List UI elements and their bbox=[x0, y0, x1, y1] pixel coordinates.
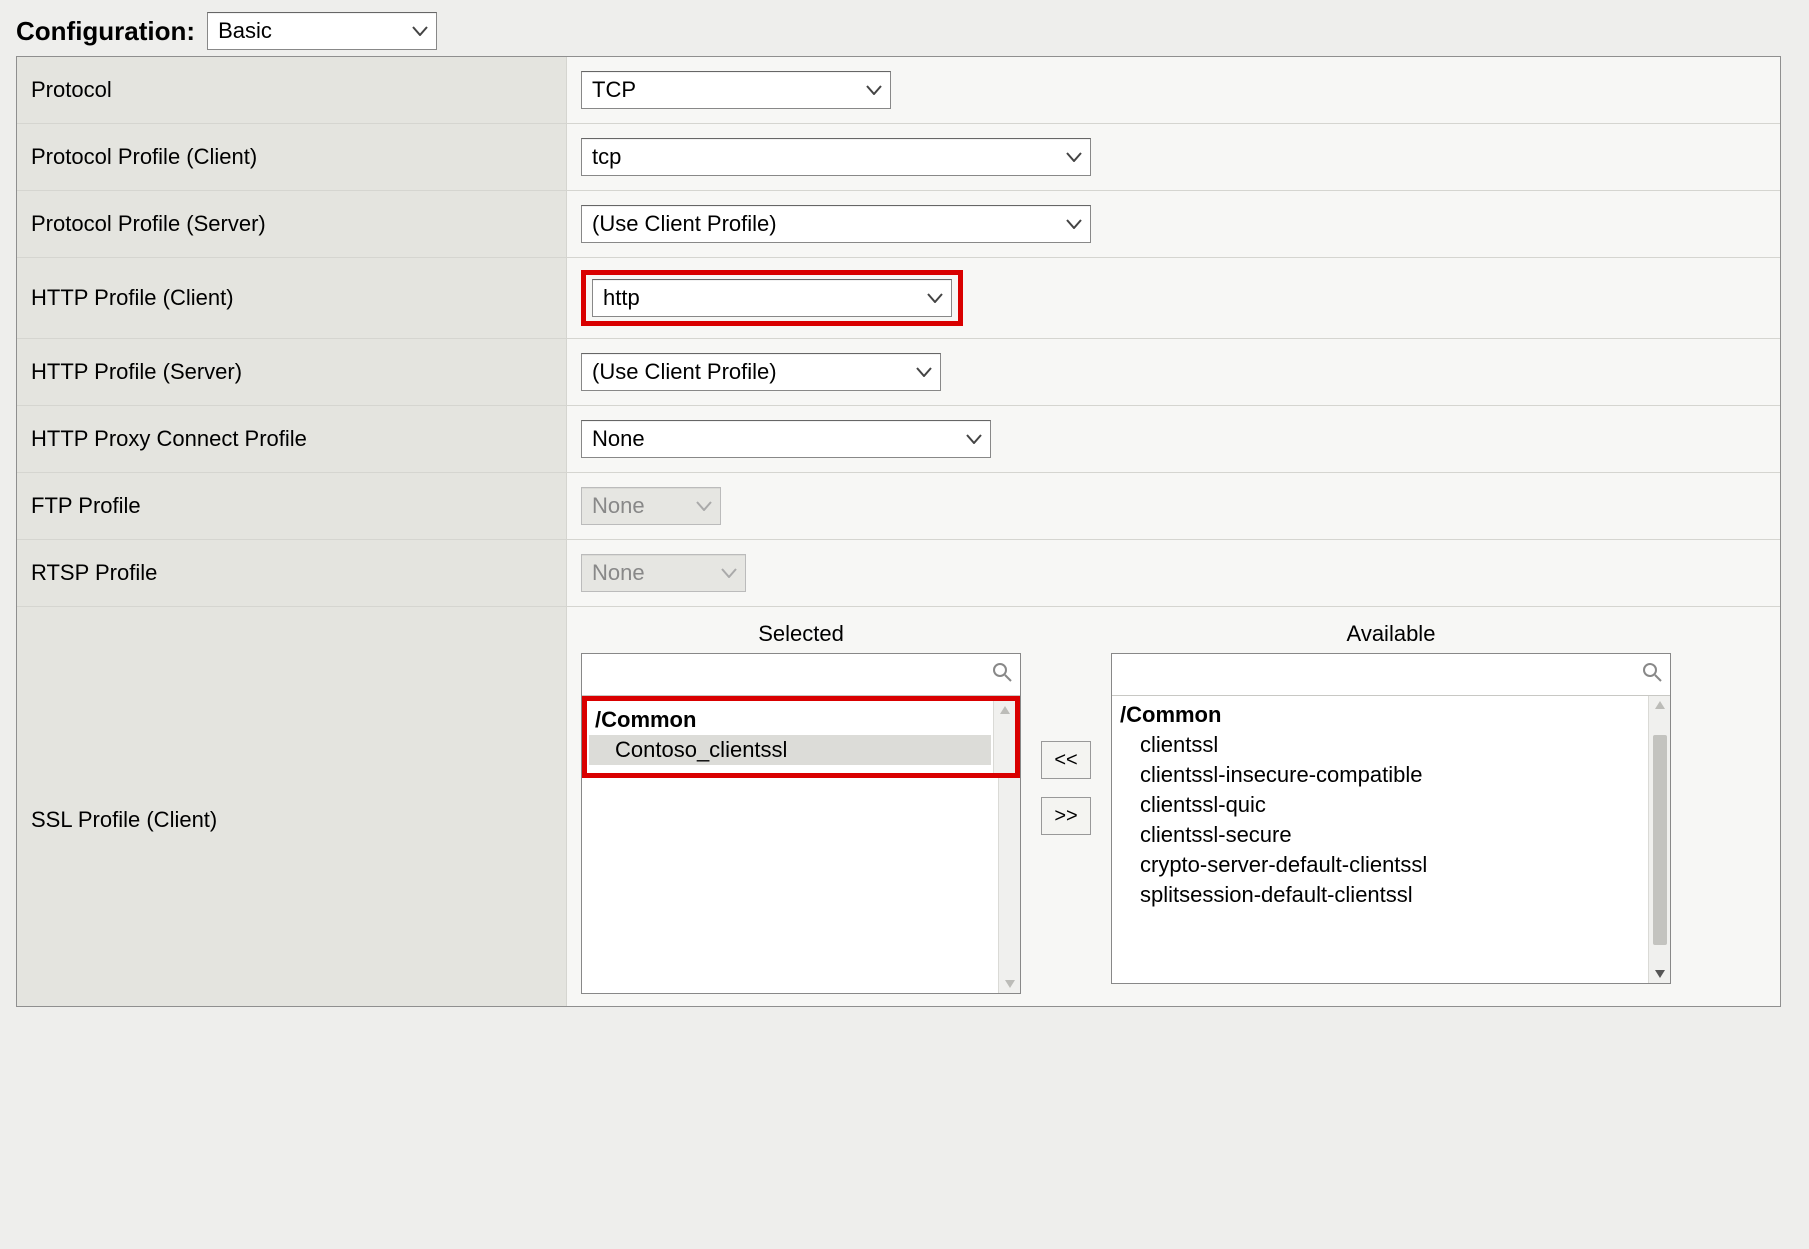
rtsp-profile-select-value: None bbox=[592, 560, 645, 586]
chevron-down-icon bbox=[866, 85, 882, 95]
row-http-profile-client-label: HTTP Profile (Client) bbox=[17, 258, 567, 338]
configuration-label: Configuration: bbox=[16, 16, 195, 47]
http-profile-client-select-value: http bbox=[603, 285, 640, 311]
ssl-selected-title: Selected bbox=[758, 621, 844, 647]
protocol-select[interactable]: TCP bbox=[581, 71, 891, 109]
ftp-profile-select: None bbox=[581, 487, 721, 525]
list-item[interactable]: clientssl-insecure-compatible bbox=[1114, 760, 1646, 790]
ssl-selected-group-label: /Common bbox=[589, 705, 991, 735]
row-rtsp-profile: RTSP Profile None bbox=[17, 540, 1780, 607]
search-icon[interactable] bbox=[992, 662, 1012, 688]
http-profile-server-select-value: (Use Client Profile) bbox=[592, 359, 777, 385]
scrollbar[interactable] bbox=[998, 778, 1020, 993]
row-ssl-profile-client-label: SSL Profile (Client) bbox=[17, 607, 567, 1006]
protocol-select-value: TCP bbox=[592, 77, 636, 103]
chevron-down-icon bbox=[696, 501, 712, 511]
row-ssl-profile-client: SSL Profile (Client) Selected bbox=[17, 607, 1780, 1006]
row-protocol-profile-server: Protocol Profile (Server) (Use Client Pr… bbox=[17, 191, 1780, 258]
row-protocol-profile-server-label: Protocol Profile (Server) bbox=[17, 191, 567, 257]
list-item[interactable]: clientssl bbox=[1114, 730, 1646, 760]
row-rtsp-profile-label: RTSP Profile bbox=[17, 540, 567, 606]
row-http-profile-client: HTTP Profile (Client) http bbox=[17, 258, 1780, 339]
ssl-available-title: Available bbox=[1347, 621, 1436, 647]
ssl-available-group-label: /Common bbox=[1114, 700, 1646, 730]
protocol-profile-server-select[interactable]: (Use Client Profile) bbox=[581, 205, 1091, 243]
list-item[interactable]: clientssl-quic bbox=[1114, 790, 1646, 820]
row-http-proxy-connect-label: HTTP Proxy Connect Profile bbox=[17, 406, 567, 472]
row-ftp-profile-label: FTP Profile bbox=[17, 473, 567, 539]
scrollbar[interactable] bbox=[1648, 696, 1670, 983]
http-proxy-connect-select-value: None bbox=[592, 426, 645, 452]
http-profile-client-highlight: http bbox=[581, 270, 963, 326]
chevron-down-icon bbox=[1066, 219, 1082, 229]
ssl-selected-highlight: /CommonContoso_clientssl bbox=[582, 696, 1020, 778]
scrollbar[interactable] bbox=[993, 701, 1015, 773]
scroll-up-icon bbox=[999, 705, 1011, 715]
scroll-down-icon bbox=[1004, 979, 1016, 989]
chevron-down-icon bbox=[1066, 152, 1082, 162]
list-item[interactable]: crypto-server-default-clientssl bbox=[1114, 850, 1646, 880]
chevron-down-icon bbox=[721, 568, 737, 578]
chevron-down-icon bbox=[966, 434, 982, 444]
protocol-profile-client-select-value: tcp bbox=[592, 144, 621, 170]
scroll-up-icon bbox=[1654, 700, 1666, 710]
row-protocol-profile-client-label: Protocol Profile (Client) bbox=[17, 124, 567, 190]
list-item[interactable]: clientssl-secure bbox=[1114, 820, 1646, 850]
protocol-profile-server-select-value: (Use Client Profile) bbox=[592, 211, 777, 237]
scroll-thumb[interactable] bbox=[1653, 735, 1667, 945]
http-proxy-connect-select[interactable]: None bbox=[581, 420, 991, 458]
row-http-proxy-connect: HTTP Proxy Connect Profile None bbox=[17, 406, 1780, 473]
chevron-down-icon bbox=[916, 367, 932, 377]
search-icon[interactable] bbox=[1642, 662, 1662, 688]
ssl-selected-listbox[interactable]: /CommonContoso_clientssl bbox=[581, 653, 1021, 994]
row-http-profile-server-label: HTTP Profile (Server) bbox=[17, 339, 567, 405]
row-protocol: Protocol TCP bbox=[17, 57, 1780, 124]
configuration-table: Protocol TCP Protocol Profile (Client) t… bbox=[16, 56, 1781, 1007]
chevron-down-icon bbox=[927, 293, 943, 303]
rtsp-profile-select: None bbox=[581, 554, 746, 592]
protocol-profile-client-select[interactable]: tcp bbox=[581, 138, 1091, 176]
list-item[interactable]: splitsession-default-clientssl bbox=[1114, 880, 1646, 910]
http-profile-client-select[interactable]: http bbox=[592, 279, 952, 317]
http-profile-server-select[interactable]: (Use Client Profile) bbox=[581, 353, 941, 391]
ftp-profile-select-value: None bbox=[592, 493, 645, 519]
scroll-down-icon bbox=[1654, 969, 1666, 979]
row-ftp-profile: FTP Profile None bbox=[17, 473, 1780, 540]
configuration-select[interactable]: Basic bbox=[207, 12, 437, 50]
row-protocol-label: Protocol bbox=[17, 57, 567, 123]
row-protocol-profile-client: Protocol Profile (Client) tcp bbox=[17, 124, 1780, 191]
ssl-move-left-button[interactable]: << bbox=[1041, 741, 1091, 779]
ssl-available-listbox[interactable]: /Commonclientsslclientssl-insecure-compa… bbox=[1111, 653, 1671, 984]
list-item[interactable]: Contoso_clientssl bbox=[589, 735, 991, 765]
row-http-profile-server: HTTP Profile (Server) (Use Client Profil… bbox=[17, 339, 1780, 406]
ssl-move-right-button[interactable]: >> bbox=[1041, 797, 1091, 835]
configuration-select-value: Basic bbox=[218, 18, 272, 44]
chevron-down-icon bbox=[412, 26, 428, 36]
